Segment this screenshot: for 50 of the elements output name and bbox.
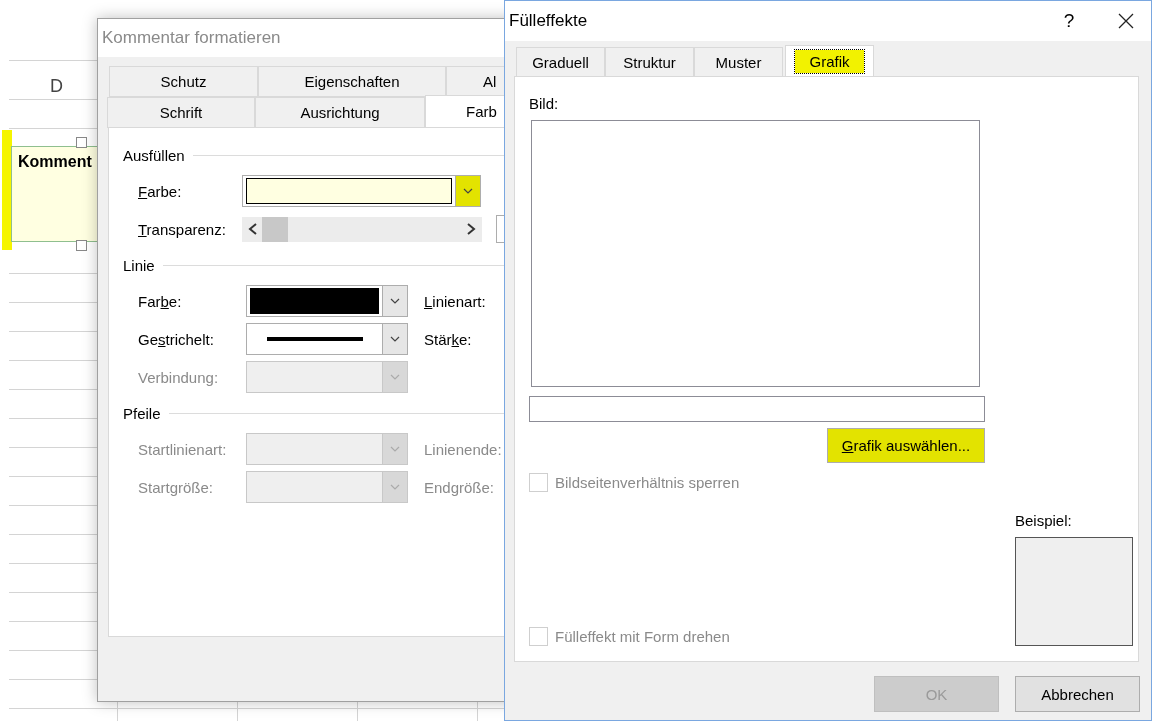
field-label: Stärke: — [424, 330, 472, 348]
field-label: Farbe: — [138, 292, 183, 310]
tab[interactable]: Grafik — [785, 45, 874, 77]
tab[interactable]: Graduell — [516, 47, 605, 77]
transparency-scrollbar[interactable] — [242, 216, 482, 242]
field-label: Farbe: — [138, 182, 183, 200]
field-label: Startgröße: — [138, 478, 215, 496]
window-title: Fülleffekte — [509, 11, 589, 31]
color-dropdown[interactable] — [242, 175, 481, 207]
field-label: Bild: — [529, 95, 560, 112]
resize-handle[interactable] — [76, 240, 87, 251]
caret-icon — [463, 188, 473, 194]
dash-dropdown[interactable] — [246, 323, 408, 355]
checkbox-label: Fülleffekt mit Form drehen — [555, 628, 730, 645]
input-field[interactable] — [529, 396, 985, 422]
caret-icon — [390, 446, 400, 452]
line-style-icon — [266, 336, 363, 342]
tab[interactable]: Schrift — [107, 97, 255, 128]
color-dropdown[interactable] — [246, 285, 408, 317]
field-label: Transparenz: — [138, 220, 227, 238]
cancel-button[interactable]: Abbrechen — [1015, 676, 1140, 712]
field-label: Verbindung: — [138, 368, 220, 386]
tab[interactable]: Ausrichtung — [255, 97, 425, 128]
field-label: Beispiel: — [1015, 512, 1073, 529]
field-label: Endgröße: — [424, 478, 495, 496]
select-picture-button[interactable]: Grafik auswählen... — [827, 428, 985, 463]
caret-icon — [390, 484, 400, 490]
column-header: D — [50, 76, 63, 97]
section-title: Linie — [123, 256, 155, 274]
field-label: Gestrichelt: — [138, 330, 215, 348]
tab[interactable]: Muster — [694, 47, 783, 77]
field-label: Linienende: — [424, 440, 502, 458]
tab[interactable]: Struktur — [605, 47, 694, 77]
close-icon — [1118, 13, 1134, 29]
section-title: Pfeile — [123, 404, 161, 422]
tab[interactable]: Eigenschaften — [258, 66, 446, 97]
tab[interactable]: Al — [446, 66, 506, 97]
window-title: Kommentar formatieren — [102, 28, 281, 48]
section-title: Ausfüllen — [123, 146, 185, 164]
field-label: Startlinienart: — [138, 440, 228, 458]
caret-icon — [390, 374, 400, 380]
checkbox-label: Bildseitenverhältnis sperren — [555, 474, 740, 491]
caret-icon — [390, 298, 400, 304]
scroll-thumb[interactable] — [262, 216, 288, 242]
tab[interactable]: Schutz — [109, 66, 258, 97]
field-label: Linienart: — [424, 292, 486, 310]
resize-handle[interactable] — [76, 137, 87, 148]
comment-text: Komment — [17, 152, 92, 171]
help-button[interactable]: ? — [1049, 9, 1089, 33]
caret-icon — [390, 336, 400, 342]
